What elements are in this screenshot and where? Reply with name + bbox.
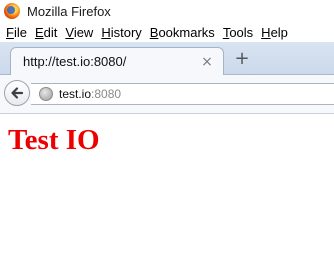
menu-edit-mnemonic: E [34, 24, 44, 40]
url-text[interactable]: test.io:8080 [59, 87, 121, 101]
menu-view-mnemonic: V [65, 24, 74, 40]
browser-window: Mozilla Firefox File Edit View History B… [0, 0, 334, 280]
title-bar[interactable]: Mozilla Firefox [0, 0, 334, 22]
url-port: :8080 [91, 87, 122, 101]
menu-help-label: elp [270, 24, 288, 40]
globe-icon[interactable] [39, 87, 53, 101]
menu-history[interactable]: History [101, 25, 141, 40]
close-icon[interactable]: × [199, 54, 215, 70]
menu-file-label: ile [13, 24, 27, 40]
menu-edit-label: dit [43, 24, 58, 40]
menu-tools[interactable]: Tools [223, 25, 253, 40]
menu-help-mnemonic: H [261, 24, 271, 40]
menu-edit[interactable]: Edit [35, 25, 57, 40]
menu-view-label: iew [73, 24, 94, 40]
url-host: test.io [59, 87, 92, 101]
url-bar[interactable]: test.io:8080 [31, 83, 334, 105]
tab-strip: http://test.io:8080/ × [0, 42, 334, 75]
menu-history-mnemonic: H [101, 24, 111, 40]
menu-tools-label: ools [229, 24, 254, 40]
tab-label: http://test.io:8080/ [23, 54, 127, 69]
page-heading: Test IO [8, 124, 100, 156]
menu-file-mnemonic: F [6, 24, 14, 40]
menu-file[interactable]: File [6, 25, 27, 40]
firefox-logo-icon[interactable] [4, 3, 20, 19]
menu-history-label: istory [110, 24, 142, 40]
navigation-bar: test.io:8080 [0, 75, 334, 114]
plus-icon[interactable]: + [233, 50, 251, 68]
back-arrow-icon [11, 87, 24, 99]
tab-active[interactable]: http://test.io:8080/ × [10, 47, 224, 75]
menu-view[interactable]: View [65, 25, 93, 40]
menu-help[interactable]: Help [261, 25, 288, 40]
menu-bar: File Edit View History Bookmarks Tools H… [0, 22, 334, 42]
page-content: Test IO [0, 114, 334, 280]
menu-bookmarks[interactable]: Bookmarks [150, 25, 215, 40]
window-title: Mozilla Firefox [27, 3, 111, 19]
back-button[interactable] [4, 80, 30, 106]
menu-bookmarks-label: ookmarks [158, 24, 215, 40]
